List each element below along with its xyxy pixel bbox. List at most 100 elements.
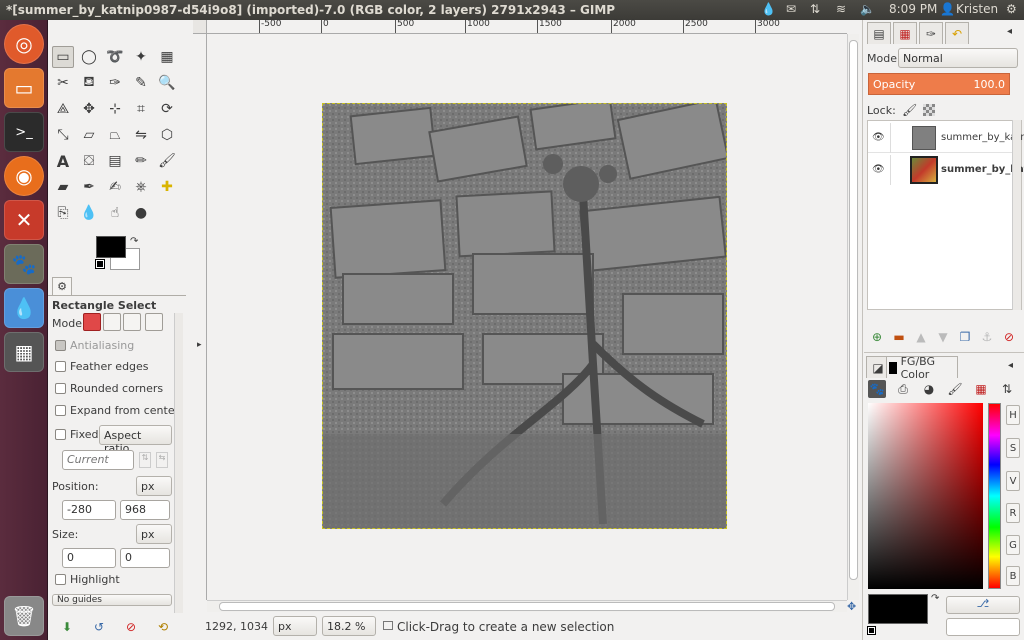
channel-h-button[interactable]: H	[1006, 405, 1020, 425]
measure-icon[interactable]: ⟁	[52, 98, 74, 120]
eye-icon[interactable]: 👁	[872, 164, 885, 175]
landscape-icon[interactable]: ⇆	[156, 452, 168, 468]
vertical-ruler[interactable]	[193, 34, 207, 600]
expand-from-center-checkbox[interactable]	[55, 405, 66, 416]
paintbrush-icon[interactable]: 🖌	[156, 150, 178, 172]
fuzzy-select-icon[interactable]: ✦	[130, 46, 152, 68]
airbrush-icon[interactable]: ✒	[78, 176, 100, 198]
channel-r-button[interactable]: R	[1006, 503, 1020, 523]
tool-options-tab-icon[interactable]: ⚙	[52, 277, 72, 295]
swap-colors-small-icon[interactable]: ↷	[931, 593, 939, 604]
lower-layer-icon[interactable]: ▼	[934, 328, 952, 346]
rect-select-icon[interactable]: ▭	[52, 46, 74, 68]
eye-icon[interactable]: 👁	[872, 132, 885, 143]
size-unit-select[interactable]: px	[136, 524, 172, 544]
navigate-icon[interactable]: ✥	[847, 600, 859, 613]
scissors-icon[interactable]: ✂	[52, 72, 74, 94]
palette-selector-icon[interactable]: ▦	[972, 380, 990, 398]
size-width-input[interactable]: 0	[62, 548, 116, 568]
perspective-clone-icon[interactable]: ⎘	[52, 202, 74, 224]
perspective-icon[interactable]: ⏢	[104, 124, 126, 146]
channels-tab-icon[interactable]: ▦	[893, 22, 917, 44]
gimp-selector-icon[interactable]: 🐾	[868, 380, 886, 398]
duplicate-layer-icon[interactable]: ❐	[956, 328, 974, 346]
mode-replace-button[interactable]	[83, 313, 101, 331]
rounded-corners-checkbox[interactable]	[55, 383, 66, 394]
dock-menu-icon[interactable]: ◂	[1007, 26, 1012, 37]
drop-icon[interactable]: 💧	[4, 288, 44, 328]
foreground-select-icon[interactable]: ⛾	[78, 72, 100, 94]
color-picker-button[interactable]: ⎇	[946, 596, 1020, 614]
size-height-input[interactable]: 0	[120, 548, 170, 568]
user-name[interactable]: Kristen	[956, 2, 998, 18]
fixed-type-select[interactable]: Aspect ratio	[99, 425, 172, 455]
swap-colors-icon[interactable]: ↷	[130, 236, 138, 247]
zoom-select[interactable]: 18.2 %	[322, 616, 376, 636]
files-icon[interactable]: ▭	[4, 68, 44, 108]
undo-tab-icon[interactable]: ↶	[945, 22, 969, 44]
new-layer-group-icon[interactable]: ▬	[890, 328, 908, 346]
clock[interactable]: 8:09 PM	[889, 2, 937, 18]
highlight-checkbox[interactable]	[55, 574, 66, 585]
bucket-fill-icon[interactable]: ⛋	[78, 150, 100, 172]
trash-icon[interactable]: 🗑	[4, 596, 44, 636]
blend-icon[interactable]: ▤	[104, 150, 126, 172]
channel-v-button[interactable]: V	[1006, 471, 1020, 491]
layer-row[interactable]: 👁 summer_by_katni	[868, 123, 1024, 153]
hex-color-input[interactable]	[946, 618, 1020, 636]
terminal-icon[interactable]: >_	[4, 112, 44, 152]
clone-icon[interactable]: ⎈	[130, 176, 152, 198]
eraser-icon[interactable]: ▰	[52, 176, 74, 198]
anchor-layer-icon[interactable]: ⚓	[978, 328, 996, 346]
dodge-burn-icon[interactable]: ●	[130, 202, 152, 224]
mode-intersect-button[interactable]	[145, 313, 163, 331]
layers-tab-icon[interactable]: ▤	[867, 22, 891, 44]
feather-edges-checkbox[interactable]	[55, 361, 66, 372]
wifi-icon[interactable]: ≋	[836, 2, 846, 18]
scales-selector-icon[interactable]: ⇅	[998, 380, 1016, 398]
fg-bg-tab[interactable]: FG/BG Color	[886, 355, 958, 381]
fixed-value-input[interactable]: Current	[62, 450, 134, 470]
channel-g-button[interactable]: G	[1006, 535, 1020, 555]
opacity-slider[interactable]: Opacity 100.0	[868, 73, 1010, 95]
crop-icon[interactable]: ⌗	[130, 98, 152, 120]
mode-add-button[interactable]	[103, 313, 121, 331]
position-unit-select[interactable]: px	[136, 476, 172, 496]
save-options-icon[interactable]: ⬇	[58, 618, 76, 636]
vertical-scroll-thumb[interactable]	[849, 40, 858, 580]
reset-colors-small-icon[interactable]	[867, 626, 876, 635]
dropbox-icon[interactable]: 💧	[761, 2, 776, 18]
lock-pixels-icon[interactable]: 🖌	[902, 103, 917, 117]
heal-icon[interactable]: ✚	[156, 176, 178, 198]
antialiasing-checkbox[interactable]	[55, 340, 66, 351]
pencil-icon[interactable]: ✏	[130, 150, 152, 172]
color-saturation-value-area[interactable]	[868, 403, 983, 589]
printer-selector-icon[interactable]: ⎙	[894, 380, 912, 398]
shear-icon[interactable]: ▱	[78, 124, 100, 146]
foreground-color-swatch[interactable]	[96, 236, 126, 258]
move-icon[interactable]: ✥	[78, 98, 100, 120]
gimp-icon[interactable]: 🐾	[4, 244, 44, 284]
delete-layer-icon[interactable]: ⊘	[1000, 328, 1018, 346]
position-x-input[interactable]: -280	[62, 500, 116, 520]
ink-icon[interactable]: ✍	[104, 176, 126, 198]
by-color-select-icon[interactable]: ▦	[156, 46, 178, 68]
new-layer-icon[interactable]: ⊕	[868, 328, 886, 346]
raise-layer-icon[interactable]: ▲	[912, 328, 930, 346]
guides-select[interactable]: No guides	[52, 594, 172, 606]
settings-icon[interactable]: ✕	[4, 200, 44, 240]
dash-home-icon[interactable]: ◎	[4, 24, 44, 64]
layer-mode-select[interactable]: Normal	[898, 48, 1018, 68]
align-icon[interactable]: ⊹	[104, 98, 126, 120]
quick-mask-toggle-icon[interactable]: ▸	[197, 340, 205, 350]
image-layer[interactable]	[322, 103, 727, 529]
portrait-icon[interactable]: ⇅	[139, 452, 151, 468]
delete-options-icon[interactable]: ⊘	[122, 618, 140, 636]
scale-icon[interactable]: ⤡	[52, 124, 74, 146]
mail-icon[interactable]: ✉	[786, 2, 796, 18]
smudge-icon[interactable]: ☝	[104, 202, 126, 224]
watercolor-selector-icon[interactable]: 🖌	[946, 380, 964, 398]
blur-icon[interactable]: 💧	[78, 202, 100, 224]
restore-options-icon[interactable]: ↺	[90, 618, 108, 636]
color-dock-menu-icon[interactable]: ◂	[1008, 360, 1013, 371]
